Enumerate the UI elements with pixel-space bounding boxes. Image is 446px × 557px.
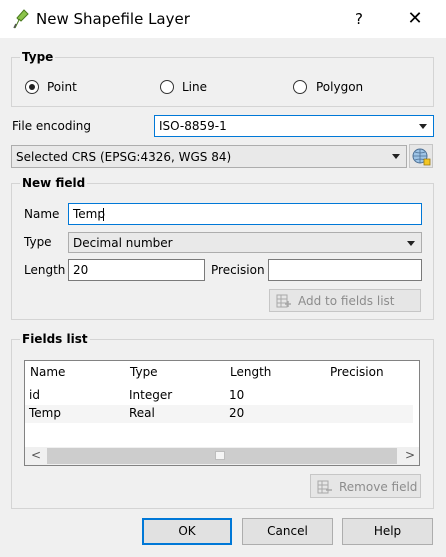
cell-type: Integer [129,388,173,402]
cell-length: 20 [229,406,245,420]
chevron-down-icon [419,124,427,129]
precision-input[interactable] [268,259,422,281]
remove-field-label: Remove field [339,480,418,494]
field-type-value: Decimal number [73,236,173,250]
point-radio[interactable] [25,80,39,94]
length-input[interactable]: 20 [68,259,205,281]
table-row[interactable]: id Integer 10 [25,387,413,405]
column-header-precision[interactable]: Precision [325,361,419,383]
remove-field-button[interactable]: Remove field [310,474,421,498]
add-field-icon [276,294,291,308]
chevron-down-icon [407,241,415,246]
ok-button[interactable]: OK [142,518,232,545]
shapefile-layer-icon [13,9,29,29]
add-to-fields-list-button[interactable]: Add to fields list [269,289,421,312]
fields-table: Name Type Length Precision id Integer 10… [24,360,420,466]
cancel-button[interactable]: Cancel [242,518,333,545]
column-header-type[interactable]: Type [125,361,231,383]
name-label: Name [24,207,60,221]
crs-globe-icon [412,148,431,166]
line-radio[interactable] [160,80,174,94]
precision-label: Precision [211,263,265,277]
point-label[interactable]: Point [47,80,77,94]
add-to-fields-list-label: Add to fields list [298,294,395,308]
close-icon[interactable]: ✕ [400,6,430,32]
text-cursor [103,208,104,221]
table-row[interactable]: Temp Real 20 [25,405,413,423]
field-type-select[interactable]: Decimal number [68,232,422,253]
column-header-name[interactable]: Name [25,361,131,383]
scrollbar-thumb[interactable] [47,448,397,464]
file-encoding-value: ISO-8859-1 [159,119,227,133]
scrollbar-grip [215,451,225,460]
cell-name: Temp [29,406,61,420]
horizontal-scrollbar[interactable]: < > [25,447,419,465]
length-input-value: 20 [73,263,89,277]
type-label: Type [24,235,52,249]
remove-field-icon [317,480,332,494]
cell-type: Real [129,406,155,420]
fields-list-group-title: Fields list [20,332,90,346]
type-group-title: Type [20,50,56,64]
help-button[interactable]: Help [342,518,433,545]
file-encoding-select[interactable]: ISO-8859-1 [154,115,434,137]
new-field-group-title: New field [20,176,88,190]
cell-length: 10 [229,388,245,402]
file-encoding-label: File encoding [12,119,91,133]
crs-select[interactable]: Selected CRS (EPSG:4326, WGS 84) [11,145,407,168]
polygon-radio[interactable] [293,80,307,94]
length-label: Length [24,263,66,277]
scroll-right-icon[interactable]: > [403,448,417,464]
window-title: New Shapefile Layer [36,10,190,28]
crs-value: Selected CRS (EPSG:4326, WGS 84) [16,150,232,164]
name-input[interactable]: Temp [68,203,422,225]
column-header-length[interactable]: Length [225,361,331,383]
scroll-left-icon[interactable]: < [29,448,43,464]
cell-name: id [29,388,40,402]
help-title-button[interactable]: ? [346,6,372,32]
line-label[interactable]: Line [182,80,207,94]
crs-select-button[interactable] [409,144,433,168]
name-input-value: Temp [73,207,105,221]
chevron-down-icon [392,154,400,159]
polygon-label[interactable]: Polygon [316,80,363,94]
